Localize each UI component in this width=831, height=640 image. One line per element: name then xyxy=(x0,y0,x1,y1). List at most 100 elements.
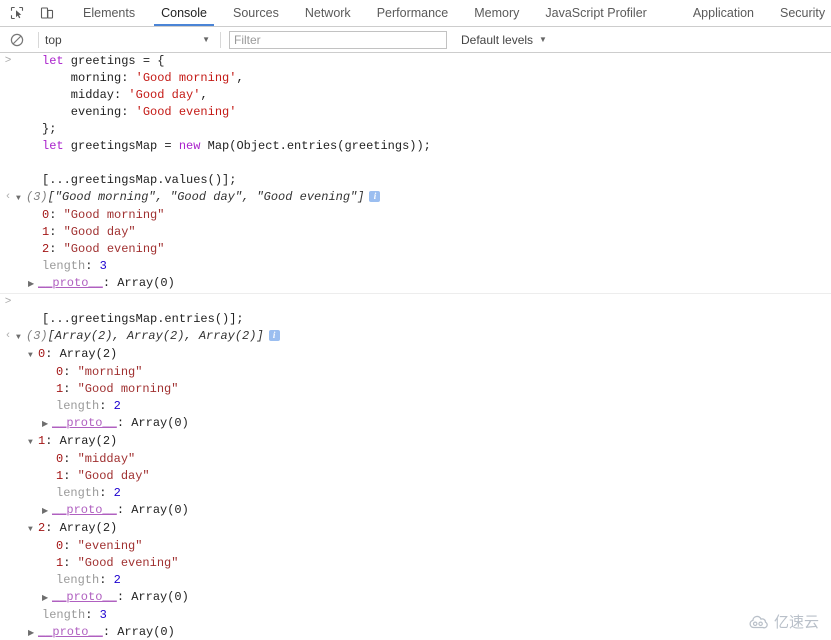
disclosure-triangle-icon[interactable] xyxy=(28,625,38,639)
result-proto-row[interactable]: __proto__: Array(0) xyxy=(0,275,831,294)
result-item-row: 0: "evening" xyxy=(0,538,831,555)
tab-memory[interactable]: Memory xyxy=(461,0,532,26)
console-result-entry-2[interactable]: ‹ (3)[Array(2), Array(2), Array(2)] i 0: … xyxy=(0,328,831,639)
disclosure-triangle-icon[interactable] xyxy=(16,329,26,346)
console-code-line: morning: 'Good morning', xyxy=(0,70,831,87)
tab-label: Console xyxy=(161,6,207,20)
disclosure-triangle-icon[interactable] xyxy=(28,347,38,364)
proto-value: Array(0) xyxy=(131,503,189,517)
console-code-line: > let greetings = { xyxy=(0,53,831,70)
item-value: "Good evening" xyxy=(77,556,179,570)
proto-key: __proto__ xyxy=(38,276,103,290)
tab-security[interactable]: Security xyxy=(767,0,831,26)
tab-application[interactable]: Application xyxy=(680,0,767,26)
item-value: "morning" xyxy=(77,365,143,379)
execution-context-value: top xyxy=(45,32,62,47)
filter-input[interactable] xyxy=(229,30,447,49)
nested-array-group[interactable]: 2: Array(2) 0: "evening" 1: "Good evenin… xyxy=(0,520,831,607)
tab-label: Elements xyxy=(83,6,136,20)
result-proto-row[interactable]: __proto__: Array(0) xyxy=(0,589,831,607)
disclosure-triangle-icon[interactable] xyxy=(28,276,38,293)
length-value: 2 xyxy=(113,486,121,500)
array-length: length: 2 xyxy=(56,573,121,587)
filterbar-divider-1 xyxy=(38,31,39,48)
tab-label: JavaScript Profiler xyxy=(545,6,647,20)
tab-label: Application xyxy=(692,6,754,20)
console-input-entry-1[interactable]: > let greetings = { morning: 'Good morni… xyxy=(0,53,831,189)
tab-label: Performance xyxy=(376,6,449,20)
tab-console[interactable]: Console xyxy=(148,0,220,26)
result-header-row[interactable]: ‹ (3)["Good morning", "Good day", "Good … xyxy=(0,189,831,207)
item-value: "evening" xyxy=(77,539,143,553)
prompt-marker: > xyxy=(4,296,12,308)
disclosure-triangle-icon[interactable] xyxy=(28,521,38,538)
length-value: 2 xyxy=(113,399,121,413)
code-line-text: let greetingsMap = new Map(Object.entrie… xyxy=(42,139,431,153)
disclosure-triangle-icon[interactable] xyxy=(28,434,38,451)
item-value: "Good evening" xyxy=(63,242,165,256)
console-code-line: evening: 'Good evening' xyxy=(0,104,831,121)
array-count: (3) xyxy=(26,190,48,204)
nested-array-title: 1: Array(2) xyxy=(16,433,831,451)
console-input-entry-2[interactable]: > [...greetingsMap.entries()]; xyxy=(0,294,831,328)
inspect-cursor-icon[interactable] xyxy=(6,3,28,24)
proto-key: __proto__ xyxy=(52,503,117,517)
filterbar-divider-2 xyxy=(220,31,221,48)
disclosure-triangle-icon[interactable] xyxy=(42,503,52,520)
console-code-line: midday: 'Good day', xyxy=(0,87,831,104)
code-line-text: }; xyxy=(42,122,57,136)
array-count: (3) xyxy=(26,329,48,343)
console-result-entry-1[interactable]: ‹ (3)["Good morning", "Good day", "Good … xyxy=(0,189,831,294)
length-key: length xyxy=(42,259,86,273)
cloud-logo xyxy=(749,615,768,629)
disclosure-triangle-icon[interactable] xyxy=(42,590,52,607)
log-levels-select[interactable]: Default levels ▼ xyxy=(461,33,547,47)
proto-value: Array(0) xyxy=(117,625,175,639)
tab-label: Memory xyxy=(474,6,520,20)
result-item-row: 1: "Good morning" xyxy=(0,381,831,398)
item-value: "Good morning" xyxy=(63,208,165,222)
length-value: 3 xyxy=(99,259,107,273)
result-header-row[interactable]: ‹ (3)[Array(2), Array(2), Array(2)] i xyxy=(0,328,831,346)
result-proto-row[interactable]: __proto__: Array(0) xyxy=(0,502,831,520)
tab-network[interactable]: Network xyxy=(292,0,364,26)
array-item: 1: "Good evening" xyxy=(56,556,179,570)
array-item: 0: "midday" xyxy=(56,452,136,466)
result-length-row: length: 2 xyxy=(0,398,831,415)
nested-array-group[interactable]: 1: Array(2) 0: "midday" 1: "Good day" le… xyxy=(0,433,831,520)
keyword-let: let xyxy=(42,139,64,153)
blank xyxy=(16,294,831,311)
result-preview: (3)["Good morning", "Good day", "Good ev… xyxy=(16,189,831,207)
chevron-down-icon: ▼ xyxy=(539,34,547,44)
result-proto-row[interactable]: __proto__: Array(0) xyxy=(0,415,831,433)
device-toolbar-icon[interactable] xyxy=(36,3,58,24)
tab-label: Network xyxy=(304,6,351,20)
clear-console-icon[interactable] xyxy=(6,29,28,51)
array-item: 2: "Good evening" xyxy=(42,242,165,256)
nested-array-header[interactable]: 1: Array(2) xyxy=(0,433,831,451)
tab-performance[interactable]: Performance xyxy=(364,0,462,26)
array-preview-text: ["Good morning", "Good day", "Good eveni… xyxy=(47,190,365,204)
tab-elements[interactable]: Elements xyxy=(70,0,148,26)
console-output[interactable]: > let greetings = { morning: 'Good morni… xyxy=(0,53,831,639)
tab-sources[interactable]: Sources xyxy=(220,0,292,26)
execution-context-select[interactable]: top ▼ xyxy=(45,33,214,47)
group-type: Array(2) xyxy=(59,434,118,448)
tab-javascript-profiler[interactable]: JavaScript Profiler xyxy=(532,0,659,26)
nested-array-group[interactable]: 0: Array(2) 0: "morning" 1: "Good mornin… xyxy=(0,346,831,433)
result-length-row: length: 3 xyxy=(0,607,831,624)
info-icon[interactable]: i xyxy=(268,330,280,341)
nested-array-header[interactable]: 2: Array(2) xyxy=(0,520,831,538)
watermark: 亿速云 xyxy=(748,614,819,631)
disclosure-triangle-icon[interactable] xyxy=(42,416,52,433)
tab-label: Security xyxy=(780,6,826,20)
console-code-line: [...greetingsMap.values()]; xyxy=(0,172,831,189)
result-proto-row[interactable]: __proto__: Array(0) xyxy=(0,624,831,639)
array-item: 1: "Good morning" xyxy=(56,382,179,396)
disclosure-triangle-icon[interactable] xyxy=(16,190,26,207)
proto-value: Array(0) xyxy=(117,276,175,290)
output-marker: ‹ xyxy=(4,330,12,342)
watermark-text: 亿速云 xyxy=(773,614,819,631)
nested-array-header[interactable]: 0: Array(2) xyxy=(0,346,831,364)
info-icon[interactable]: i xyxy=(369,191,381,202)
